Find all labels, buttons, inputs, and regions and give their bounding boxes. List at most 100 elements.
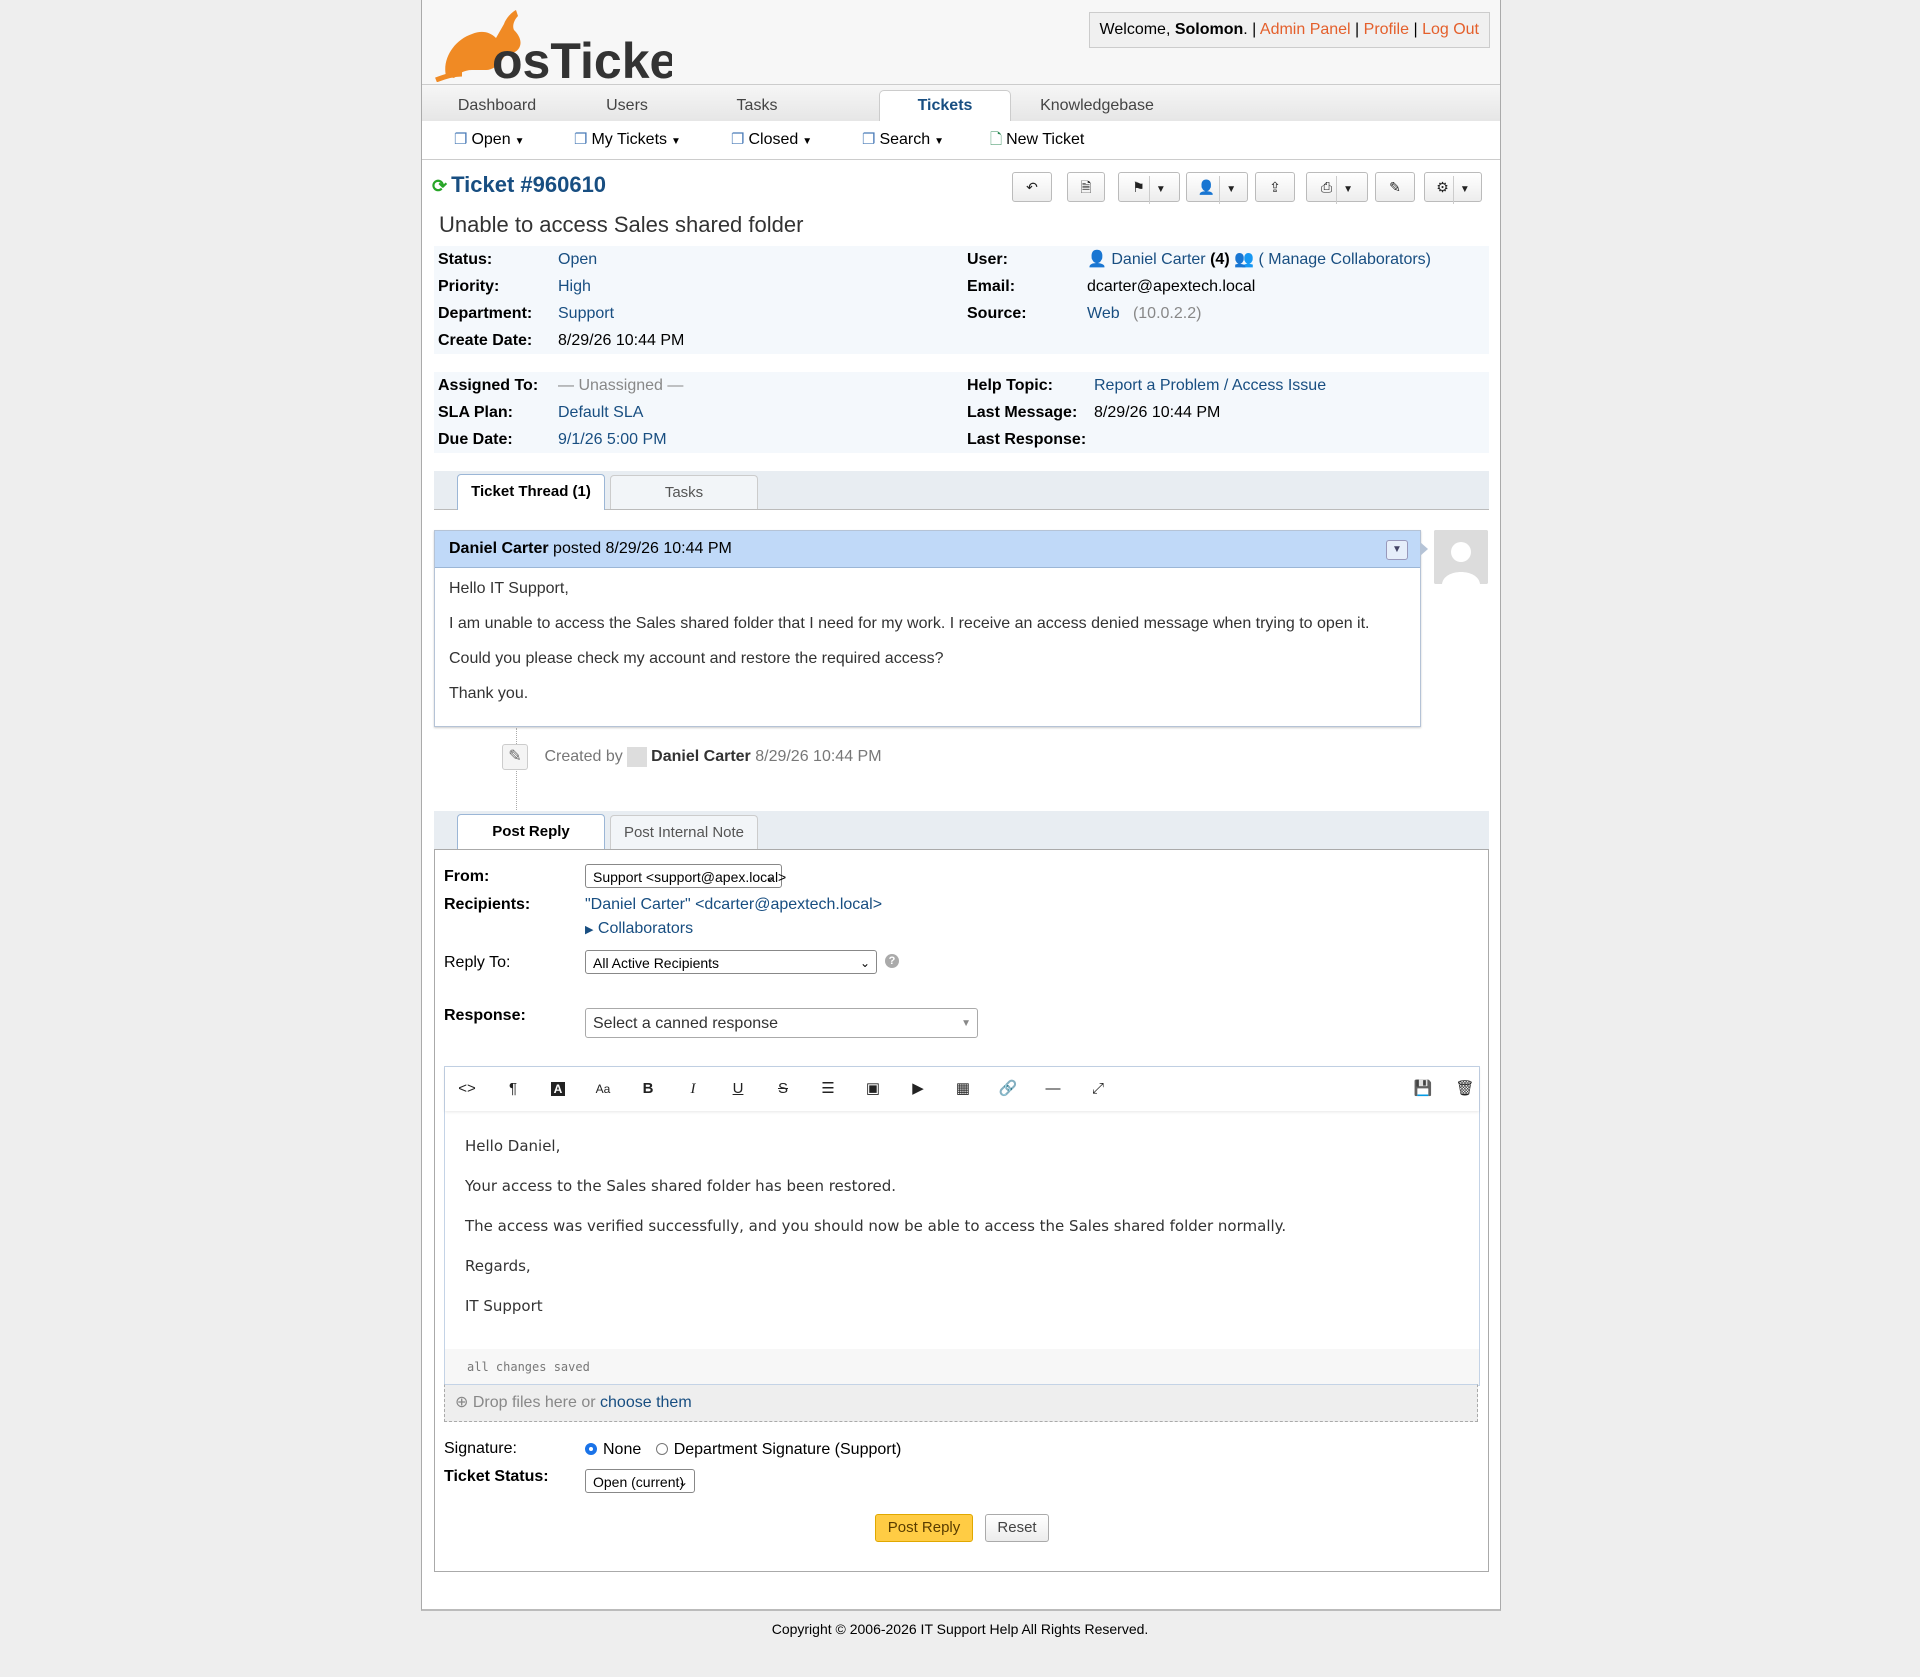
html-icon[interactable]: <> — [455, 1079, 479, 1099]
share-button[interactable]: ⇪ — [1255, 172, 1295, 202]
bold-icon[interactable]: B — [636, 1079, 660, 1099]
chevron-down-icon: ⌄ — [859, 956, 870, 970]
image-icon[interactable]: ▣ — [861, 1079, 885, 1099]
reply-button[interactable]: ↶ — [1012, 172, 1052, 202]
tab-tickets[interactable]: Tickets — [879, 90, 1011, 123]
tab-tasks[interactable]: Tasks — [702, 91, 812, 121]
avatar — [1434, 530, 1488, 584]
from-label: From: — [444, 868, 490, 885]
help-topic-value[interactable]: Report a Problem / Access Issue — [1094, 372, 1326, 399]
caret-down-icon: ▼ — [1148, 176, 1166, 204]
subnav-search[interactable]: ❐ Search ▼ — [862, 121, 944, 159]
due-value[interactable]: 9/1/26 5:00 PM — [558, 426, 667, 453]
tab-post-reply[interactable]: Post Reply — [457, 814, 605, 850]
help-topic-label: Help Topic: — [967, 377, 1053, 394]
admin-panel-link[interactable]: Admin Panel — [1260, 21, 1351, 38]
gear-icon: ⚙ — [1436, 179, 1449, 195]
caret-down-icon: ▼ — [1452, 176, 1470, 204]
message-line: Could you please check my account and re… — [449, 650, 944, 667]
help-icon[interactable]: ? — [885, 954, 899, 968]
tickets-icon: ❐ — [731, 131, 745, 148]
draft-status: all changes saved — [445, 1349, 1479, 1385]
collaborators-toggle[interactable]: ▶ Collaborators — [585, 920, 693, 938]
print-button[interactable]: ⎙ ▼ — [1306, 172, 1368, 204]
last-response-label: Last Response: — [967, 431, 1087, 448]
recipients-link[interactable]: "Daniel Carter" <dcarter@apextech.local> — [585, 896, 882, 914]
strikethrough-icon[interactable]: S — [771, 1079, 795, 1099]
last-message-label: Last Message: — [967, 404, 1078, 421]
tab-ticket-thread[interactable]: Ticket Thread (1) — [457, 474, 605, 510]
tab-users[interactable]: Users — [572, 91, 682, 121]
video-icon[interactable]: ▶ — [906, 1079, 930, 1099]
refresh-icon[interactable]: ⟳ — [432, 176, 447, 196]
italic-icon[interactable]: I — [681, 1079, 705, 1099]
source-value[interactable]: Web (10.0.2.2) — [1087, 300, 1201, 327]
from-select[interactable]: Support <support@apex.local> ⌄ — [585, 864, 786, 888]
tab-dashboard[interactable]: Dashboard — [442, 91, 552, 121]
caret-down-icon: ▼ — [934, 136, 945, 147]
font-color-icon[interactable]: A — [546, 1079, 570, 1099]
status-value[interactable]: Open — [558, 246, 597, 273]
subnav-open[interactable]: ❐ Open ▼ — [454, 121, 525, 159]
message-posted: posted 8/29/26 10:44 PM — [553, 540, 732, 557]
ticket-number[interactable]: ⟳ Ticket #960610 — [432, 172, 606, 198]
caret-down-icon: ▼ — [802, 136, 813, 147]
caret-down-icon: ▼ — [961, 1018, 971, 1029]
subnav-new-ticket[interactable]: 🗋 New Ticket — [990, 121, 1084, 159]
trash-icon[interactable]: 🗑 — [1453, 1079, 1477, 1099]
tickets-icon: ❐ — [862, 131, 876, 148]
list-icon[interactable]: ☰ — [816, 1079, 840, 1099]
save-draft-icon[interactable]: 💾 — [1411, 1079, 1435, 1099]
canned-response-select[interactable]: Select a canned response ▼ — [585, 1008, 978, 1038]
ticket-status-select[interactable]: Open (current) ⌄ — [585, 1469, 695, 1493]
tickets-icon: ❐ — [574, 131, 588, 148]
fullscreen-icon[interactable]: ⤢ — [1086, 1079, 1110, 1099]
flag-button[interactable]: ⚑ ▼ — [1118, 172, 1180, 204]
pdf-button[interactable]: 🗎 — [1067, 172, 1105, 202]
font-size-icon[interactable]: Aa — [591, 1079, 615, 1099]
sla-value[interactable]: Default SLA — [558, 399, 643, 426]
signature-none-radio[interactable] — [585, 1443, 597, 1455]
logout-link[interactable]: Log Out — [1422, 21, 1479, 38]
paragraph-icon[interactable]: ¶ — [501, 1079, 525, 1099]
assigned-value[interactable]: — Unassigned — — [558, 372, 683, 399]
logo-text: osTicket — [492, 33, 672, 82]
priority-value[interactable]: High — [558, 273, 591, 300]
tab-knowledgebase[interactable]: Knowledgebase — [1027, 91, 1167, 121]
reply-to-select[interactable]: All Active Recipients ⌄ — [585, 950, 877, 974]
message-options-dropdown[interactable]: ▼ — [1386, 540, 1408, 560]
horizontal-rule-icon[interactable]: — — [1041, 1079, 1065, 1099]
ticket-assignment-table: Assigned To: — Unassigned — SLA Plan: De… — [434, 372, 1489, 453]
edit-button[interactable]: ✎ — [1375, 172, 1415, 202]
sig-dept-label: Department Signature (Support) — [673, 1441, 902, 1458]
footer-copyright: Copyright © 2006-2026 IT Support Help Al… — [771, 1621, 1149, 1637]
osticket-logo[interactable]: osTicket — [432, 4, 672, 82]
message-body: Hello IT Support, I am unable to access … — [435, 568, 1420, 732]
subnav-closed[interactable]: ❐ Closed ▼ — [731, 121, 812, 159]
create-date-label: Create Date: — [438, 332, 533, 349]
more-button[interactable]: ⚙ ▼ — [1424, 172, 1482, 204]
ticket-subject: Unable to access Sales shared folder — [439, 212, 804, 237]
profile-link[interactable]: Profile — [1364, 21, 1409, 38]
post-reply-button[interactable]: Post Reply — [875, 1514, 973, 1542]
message-line: Hello IT Support, — [449, 580, 569, 597]
tab-thread-tasks[interactable]: Tasks — [610, 475, 758, 509]
user-value[interactable]: 👤 Daniel Carter (4) 👥 ( Manage Collabora… — [1087, 246, 1431, 273]
table-icon[interactable]: ▦ — [951, 1079, 975, 1099]
subnav-my-tickets[interactable]: ❐ My Tickets ▼ — [574, 121, 681, 159]
rich-text-editor: <> ¶ A Aa B I U S ☰ ▣ ▶ ▦ 🔗 — ⤢ 💾 🗑 Hell… — [444, 1066, 1480, 1386]
link-icon[interactable]: 🔗 — [996, 1079, 1020, 1099]
reset-button[interactable]: Reset — [985, 1514, 1049, 1542]
assign-button[interactable]: 👤 ▼ — [1186, 172, 1248, 204]
department-value[interactable]: Support — [558, 300, 614, 327]
signature-dept-radio[interactable] — [655, 1443, 668, 1455]
tab-post-internal-note[interactable]: Post Internal Note — [610, 815, 758, 849]
editor-toolbar: <> ¶ A Aa B I U S ☰ ▣ ▶ ▦ 🔗 — ⤢ 💾 🗑 — [445, 1067, 1479, 1111]
file-dropzone[interactable]: ⊕ Drop files here or choose them — [444, 1384, 1478, 1422]
choose-files-link[interactable]: choose them — [600, 1394, 692, 1411]
main-nav: Dashboard Users Tasks Tickets Knowledgeb… — [422, 84, 1500, 123]
editor-content[interactable]: Hello Daniel, Your access to the Sales s… — [465, 1137, 1286, 1337]
caret-down-icon: ▼ — [514, 136, 525, 147]
underline-icon[interactable]: U — [726, 1079, 750, 1099]
event-time: 8/29/26 10:44 PM — [755, 748, 882, 766]
